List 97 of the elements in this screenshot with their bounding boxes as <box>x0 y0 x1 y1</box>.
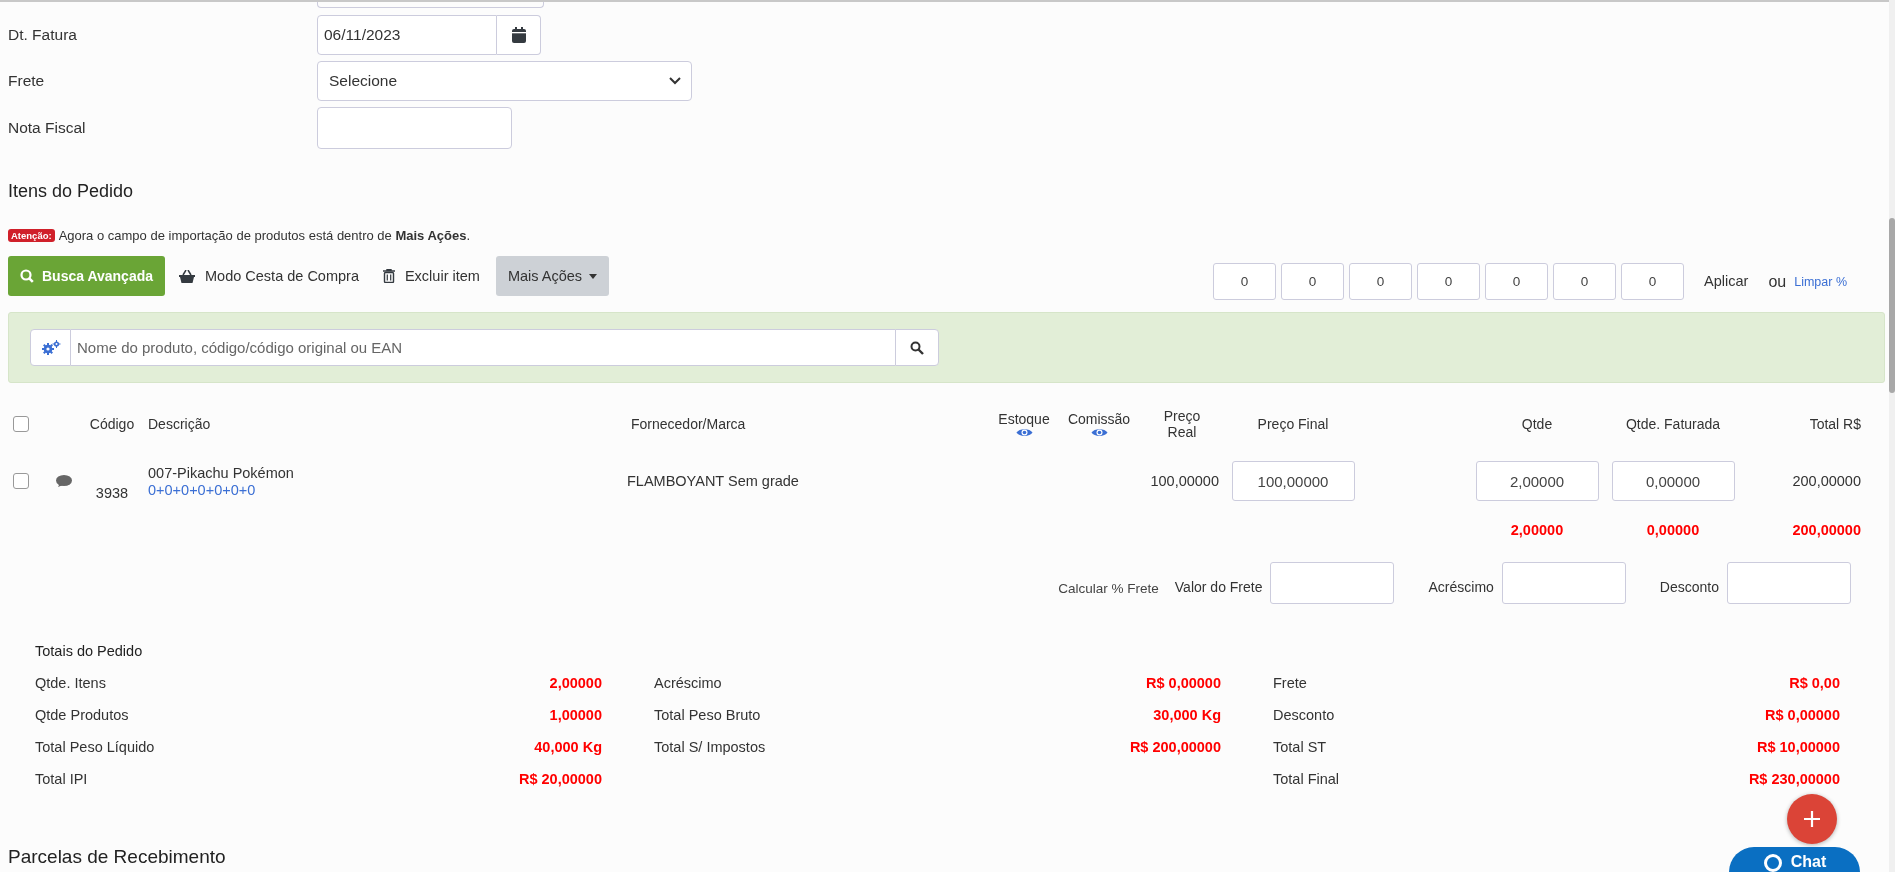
total-value: 30,000 Kg <box>1153 707 1221 723</box>
percent-field[interactable]: 0 <box>1621 262 1685 300</box>
field-label: Nota Fiscal <box>8 119 86 137</box>
total-label: Acréscimo <box>654 675 722 691</box>
column-header: Qtde <box>1521 416 1553 432</box>
product-search-field[interactable]: Nome do produto, código/código original ou EAN <box>71 329 895 366</box>
caret-icon <box>589 273 598 279</box>
column-header: Qtde. Faturada <box>1625 416 1721 432</box>
percent-field[interactable]: 0 <box>1553 262 1617 300</box>
percent-field[interactable]: 0 <box>1349 262 1413 300</box>
input-field[interactable] <box>1270 562 1395 604</box>
field-label: Desconto <box>1659 579 1719 595</box>
total-sum: 200,00000 <box>1792 522 1861 538</box>
total-label: Desconto <box>1273 707 1335 723</box>
total-value: 2,00000 <box>549 675 602 691</box>
total-value: R$ 10,00000 <box>1756 739 1840 755</box>
comment-icon[interactable] <box>56 474 72 488</box>
section-title: Itens do Pedido <box>8 181 134 202</box>
total-value: 40,000 Kg <box>534 739 602 755</box>
total-label: Total Peso Bruto <box>654 707 761 723</box>
product-name: 007-Pikachu Pokémon <box>148 464 295 481</box>
total-value: R$ 230,00000 <box>1748 771 1840 787</box>
field-label: Dt. Fatura <box>8 26 77 44</box>
input-field[interactable] <box>1727 562 1851 604</box>
gears-icon <box>40 339 61 356</box>
total-value: R$ 0,00000 <box>1146 675 1221 691</box>
total-label: Total IPI <box>35 771 88 787</box>
calendar-icon <box>511 27 526 43</box>
table-cell: 3938 <box>95 485 129 501</box>
column-header: Fornecedor/Marca <box>631 416 746 432</box>
total-label: Qtde. Itens <box>35 675 106 691</box>
total-label: Total ST <box>1273 739 1327 755</box>
table-cell: 200,00000 <box>1792 473 1861 489</box>
total-value: R$ 0,00000 <box>1765 707 1840 723</box>
table-cell: 100,00000 <box>1150 473 1219 489</box>
trash-icon <box>382 269 395 283</box>
add-button[interactable] <box>1787 794 1837 844</box>
scrollbar-thumb[interactable] <box>1889 218 1895 393</box>
search-button[interactable] <box>895 329 939 366</box>
column-header: Total R$ <box>1809 416 1861 432</box>
field-label: Valor do Frete <box>1174 579 1263 595</box>
calendar-button[interactable] <box>497 15 541 55</box>
delete-item-button[interactable]: Excluir item <box>368 256 490 296</box>
field-label: Frete <box>8 72 45 90</box>
total-label: Total S/ Impostos <box>654 739 766 755</box>
input-field[interactable] <box>1501 562 1626 604</box>
total-value: R$ 0,00 <box>1789 675 1840 691</box>
column-header: Preço Real <box>1162 408 1202 440</box>
total-label: Total Peso Líquido <box>35 739 155 755</box>
row-checkbox[interactable] <box>13 473 29 489</box>
percent-field[interactable]: 0 <box>1213 262 1277 300</box>
column-header: Estoque <box>998 410 1050 427</box>
or-text: ou <box>1768 273 1787 291</box>
grid-link[interactable]: 0+0+0+0+0+0+0 <box>148 481 627 498</box>
total-label: Total Final <box>1273 771 1340 787</box>
eye-icon[interactable] <box>1090 426 1108 438</box>
column-header: Descrição <box>148 416 211 432</box>
percent-field[interactable]: 0 <box>1485 262 1549 300</box>
total-label: Frete <box>1273 675 1307 691</box>
search-icon <box>20 269 34 283</box>
column-header: Código <box>89 416 135 432</box>
table-cell: FLAMBOYANT Sem grade <box>627 473 799 489</box>
chat-bubble-icon <box>1762 853 1783 872</box>
totals-title: Totais do Pedido <box>35 643 143 659</box>
select-all-checkbox[interactable] <box>13 416 29 432</box>
quantity-field[interactable]: 2,00000 <box>1475 461 1599 501</box>
search-icon <box>910 340 924 355</box>
notice-text: Agora o campo de importação de produtos está dentro de Mais Ações. <box>58 228 471 243</box>
basket-mode-button[interactable]: Modo Cesta de Compra <box>165 256 369 296</box>
total-value: R$ 200,00000 <box>1129 739 1221 755</box>
date-field[interactable]: 06/11/2023 <box>317 15 497 55</box>
percent-field[interactable]: 0 <box>1417 262 1481 300</box>
field-label: Acréscimo <box>1428 579 1494 595</box>
percent-field[interactable]: 0 <box>1281 262 1345 300</box>
plus-icon <box>1803 810 1821 828</box>
input-field[interactable] <box>317 107 512 149</box>
final-price-field[interactable]: 100,00000 <box>1231 461 1355 501</box>
warning-badge: Atenção: <box>8 229 55 242</box>
basket-icon <box>179 269 195 283</box>
total-value: R$ 20,00000 <box>518 771 602 787</box>
eye-icon[interactable] <box>1015 426 1033 438</box>
freight-percent-button[interactable]: Calcular % Frete <box>1052 579 1165 597</box>
column-header: Comissão <box>1067 410 1131 427</box>
apply-button[interactable]: Aplicar <box>1698 272 1755 290</box>
clear-link[interactable]: Limpar % <box>1794 275 1847 289</box>
settings-button[interactable] <box>30 329 71 366</box>
chat-button[interactable]: Chat <box>1729 847 1860 872</box>
invoiced-sum: 0,00000 <box>1646 522 1700 538</box>
quantity-sum: 2,00000 <box>1510 522 1564 538</box>
total-value: 1,00000 <box>549 707 602 723</box>
section-title: Parcelas de Recebimento <box>8 846 226 868</box>
freight-select[interactable]: Selecione <box>317 61 692 101</box>
total-label: Qtde Produtos <box>35 707 129 723</box>
chevron-down-icon <box>669 77 681 85</box>
invoiced-quantity-field[interactable]: 0,00000 <box>1611 461 1735 501</box>
column-header: Preço Final <box>1257 416 1329 432</box>
more-actions-button[interactable]: Mais Ações <box>495 256 610 296</box>
